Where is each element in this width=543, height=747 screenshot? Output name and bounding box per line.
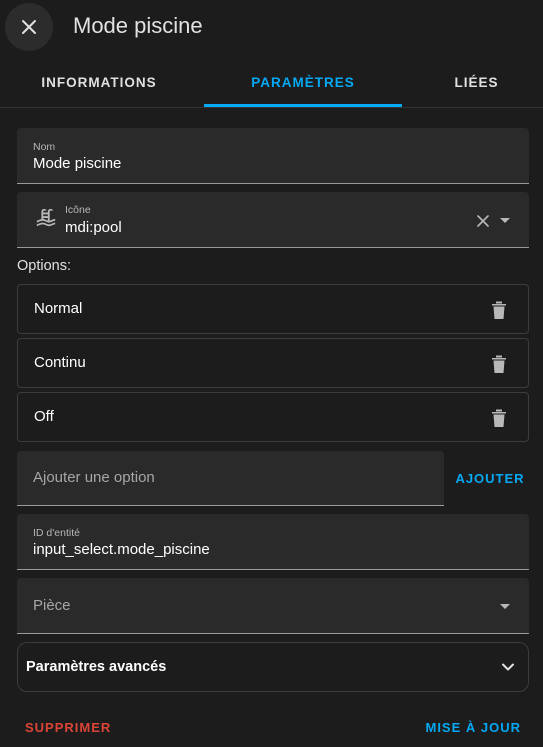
tab-liees[interactable]: LIÉES: [410, 58, 543, 107]
close-button[interactable]: [5, 3, 53, 51]
option-label: Normal: [34, 300, 83, 317]
close-icon: [22, 20, 36, 34]
option-label: Off: [34, 408, 54, 425]
entity-id-field[interactable]: ID d'entité input_select.mode_piscine: [17, 514, 529, 570]
add-option-placeholder: Ajouter une option: [33, 469, 155, 486]
advanced-settings-expander[interactable]: Paramètres avancés: [17, 642, 529, 692]
advanced-settings-label: Paramètres avancés: [26, 659, 167, 675]
name-field[interactable]: Nom Mode piscine: [17, 128, 529, 184]
add-option-input[interactable]: Ajouter une option: [17, 451, 444, 506]
tab-parametres[interactable]: PARAMÈTRES: [204, 58, 402, 107]
active-tab-indicator: [204, 104, 402, 107]
area-placeholder: Pièce: [33, 597, 71, 614]
entity-id-value: input_select.mode_piscine: [33, 541, 210, 558]
delete-option-icon[interactable]: [489, 353, 509, 375]
clear-icon[interactable]: [477, 215, 489, 227]
delete-button[interactable]: SUPPRIMER: [25, 720, 111, 735]
option-row: Off: [17, 392, 529, 442]
dialog-header: Mode piscine: [0, 0, 543, 54]
delete-option-icon[interactable]: [489, 299, 509, 321]
pool-icon: [36, 208, 56, 227]
options-label: Options:: [17, 258, 71, 274]
option-label: Continu: [34, 354, 86, 371]
delete-option-icon[interactable]: [489, 407, 509, 429]
tab-bar: INFORMATIONS PARAMÈTRES LIÉES: [0, 58, 543, 108]
name-field-label: Nom: [33, 141, 56, 153]
entity-id-label: ID d'entité: [33, 527, 80, 539]
chevron-down-icon: [502, 663, 514, 671]
name-field-value: Mode piscine: [33, 155, 122, 172]
tab-informations[interactable]: INFORMATIONS: [0, 58, 198, 107]
dropdown-arrow-icon[interactable]: [500, 218, 510, 223]
dialog-title: Mode piscine: [73, 13, 203, 38]
option-row: Continu: [17, 338, 529, 388]
dropdown-arrow-icon: [500, 604, 510, 609]
area-select[interactable]: Pièce: [17, 578, 529, 634]
add-option-button[interactable]: AJOUTER: [452, 465, 528, 491]
update-button[interactable]: MISE À JOUR: [425, 720, 521, 735]
option-row: Normal: [17, 284, 529, 334]
icon-field-label: Icône: [65, 204, 91, 216]
icon-field[interactable]: Icône mdi:pool: [17, 192, 529, 248]
icon-field-value: mdi:pool: [65, 219, 122, 236]
